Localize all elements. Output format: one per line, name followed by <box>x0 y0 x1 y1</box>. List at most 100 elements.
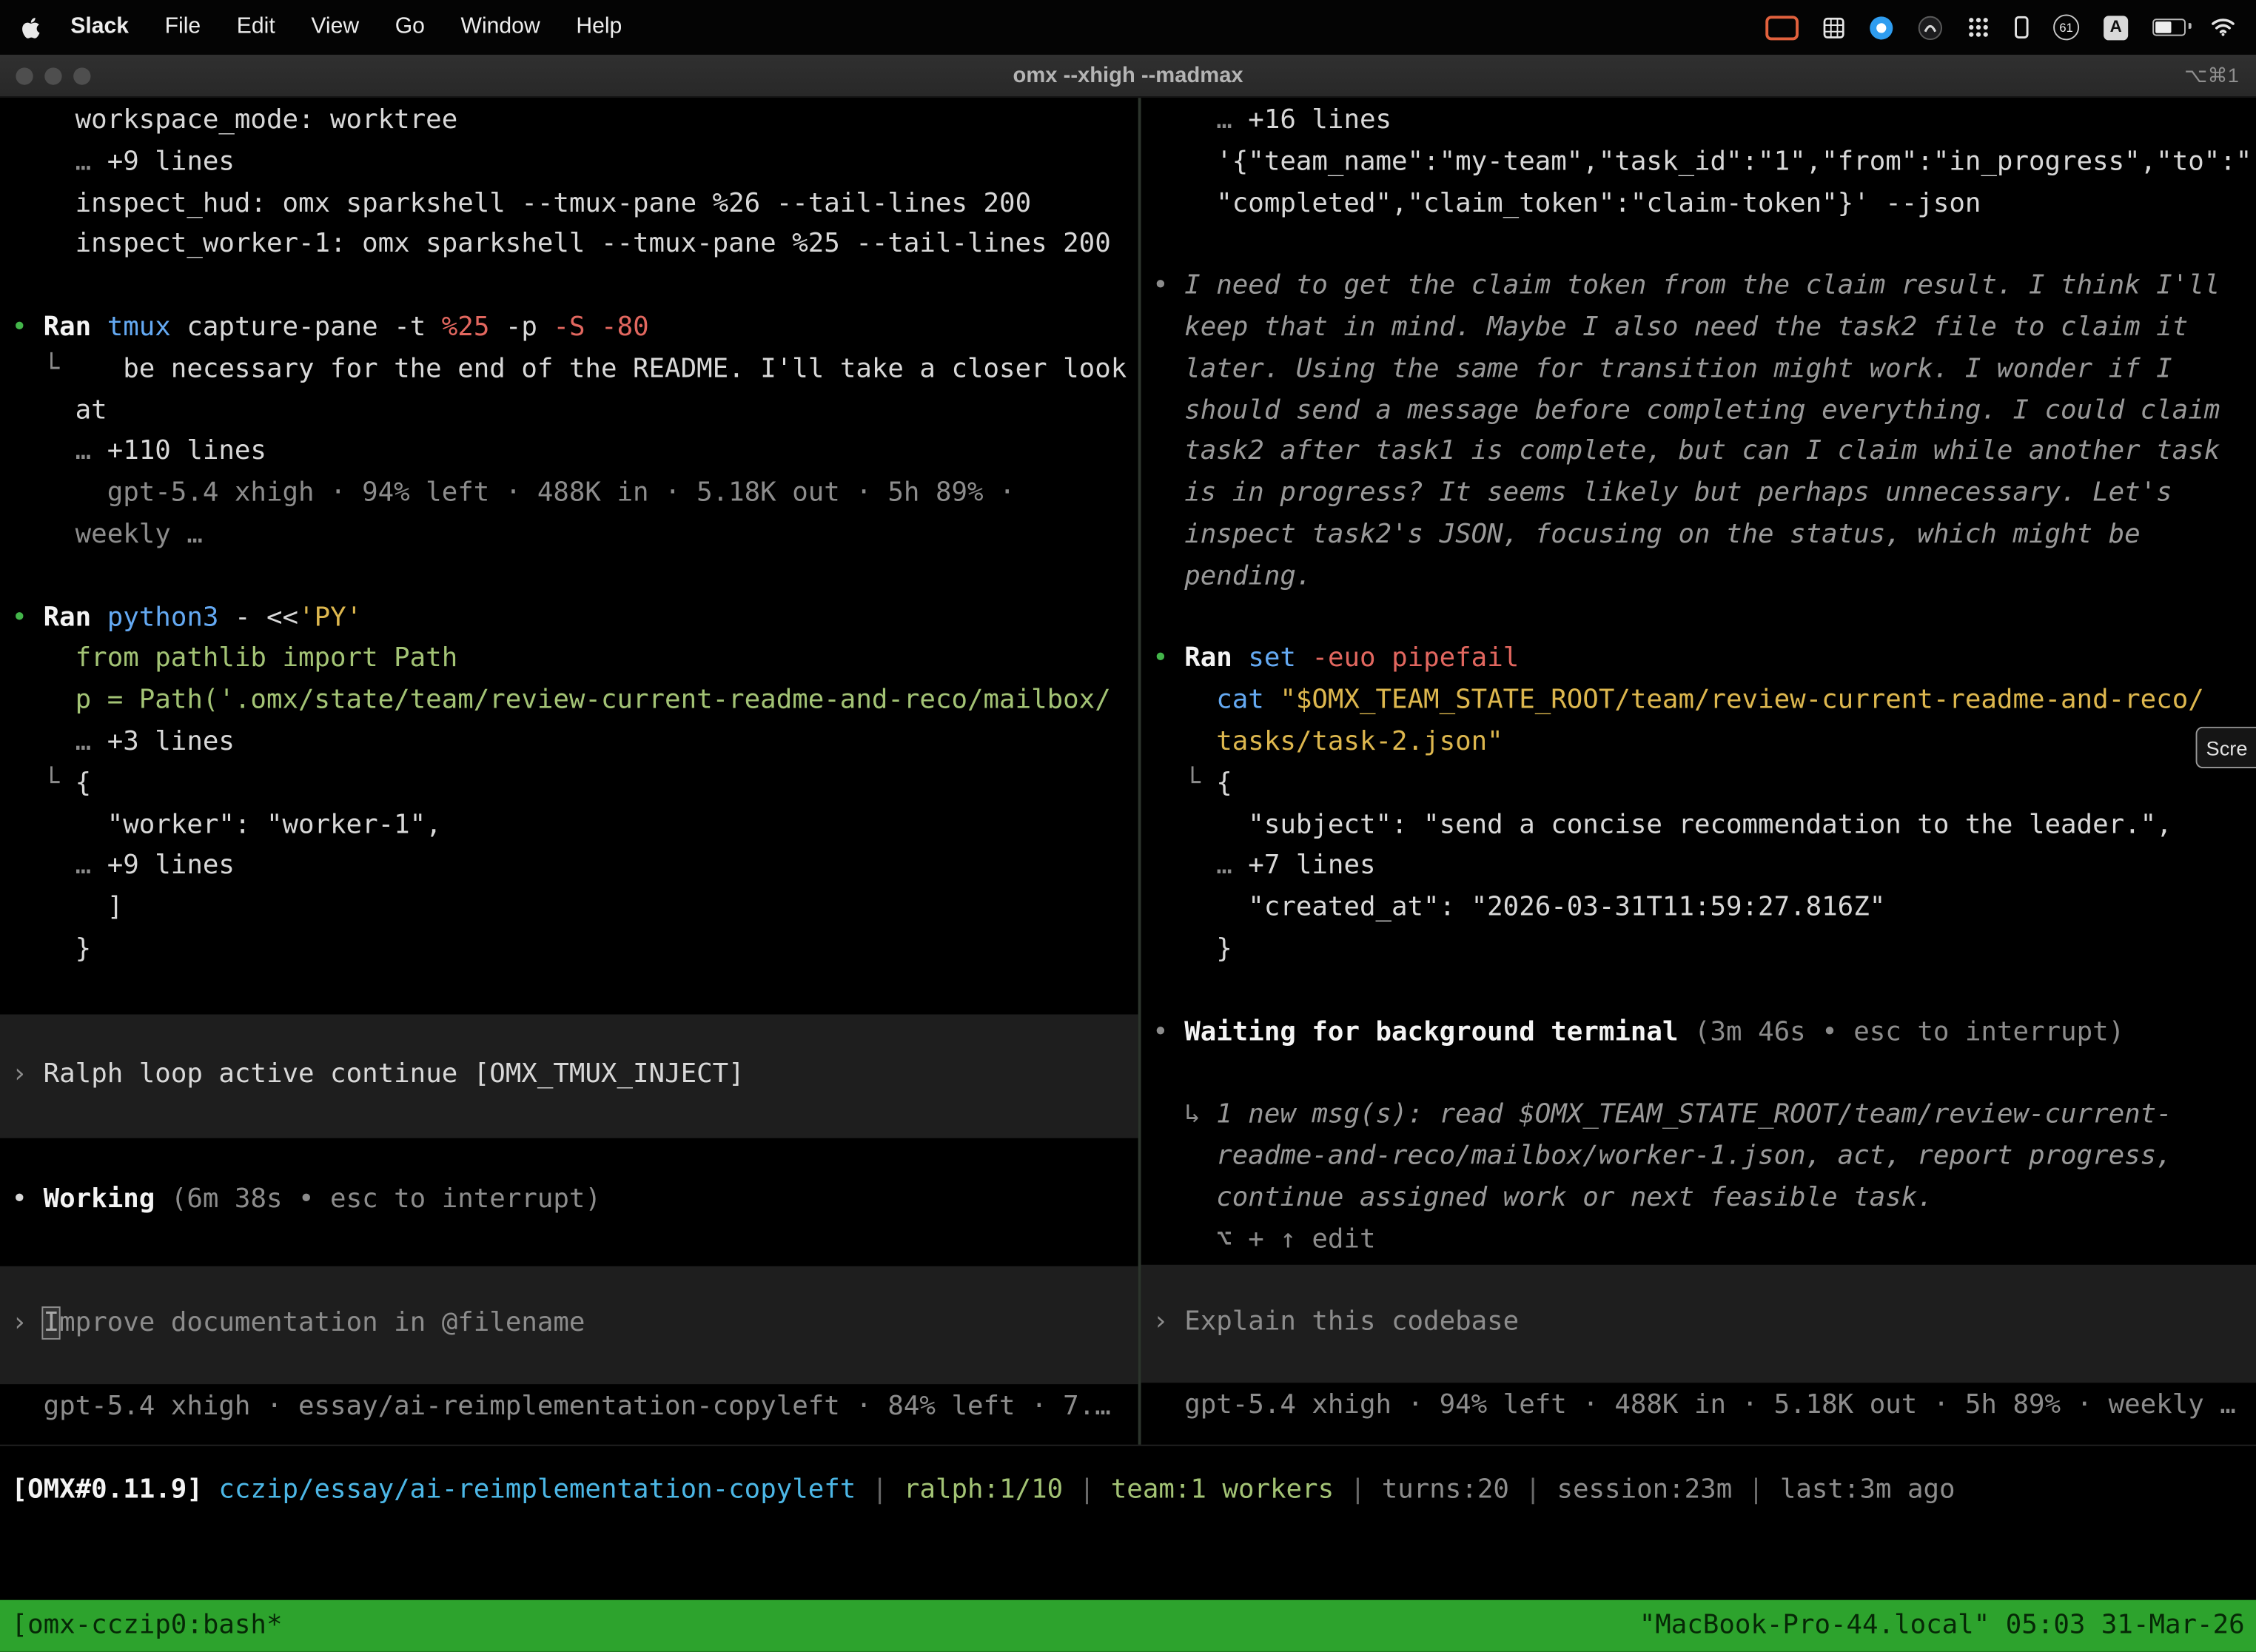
text-segment: gpt-5.4 xhigh · 94% left · 488K in · 5.1… <box>12 478 1015 508</box>
battery-icon[interactable] <box>2152 19 2186 36</box>
text-segment: Ran <box>44 312 107 343</box>
text-segment: gpt-5.4 xhigh · essay/ai-reimplementatio… <box>12 1391 1111 1421</box>
terminal-line: inspect task2's JSON, focusing on the st… <box>1152 515 2256 557</box>
text-segment: cat <box>1152 685 1280 716</box>
text-segment: • <box>12 1183 44 1214</box>
apple-menu-icon[interactable] <box>20 16 41 38</box>
text-segment: team:1 workers <box>1111 1475 1334 1505</box>
zoom-button[interactable] <box>73 67 90 84</box>
text-segment: capture-pane -t <box>171 312 442 343</box>
terminal-line: gpt-5.4 xhigh · essay/ai-reimplementatio… <box>12 1386 1138 1428</box>
browser-app-icon[interactable] <box>1918 15 1942 39</box>
window-grid-icon[interactable] <box>1823 16 1844 38</box>
text-segment: set <box>1248 644 1312 674</box>
terminal-line: workspace_mode: worktree <box>12 101 1138 142</box>
prompt-suggestion-explain-codebase[interactable]: › Explain this codebase <box>1141 1265 2256 1383</box>
text-segment: +9 lines <box>107 851 235 882</box>
window-titlebar[interactable]: omx --xhigh --madmax ⌥⌘1 <box>0 55 2256 98</box>
terminal-line: › Explain this codebase <box>1152 1303 2256 1344</box>
text-segment: › Explain this codebase <box>1152 1307 1519 1337</box>
terminal-line <box>1152 971 2256 1013</box>
text-segment: inspect_hud: omx sparkshell --tmux-pane … <box>12 188 1032 218</box>
minimize-button[interactable] <box>44 67 61 84</box>
screen-recording-icon[interactable] <box>1765 15 1799 39</box>
terminal-line: p = Path('.omx/state/team/review-current… <box>12 681 1138 722</box>
text-segment: 'PY' <box>298 602 362 633</box>
text-segment: | <box>856 1475 904 1505</box>
text-segment: python3 <box>107 602 219 633</box>
terminal-line: } <box>12 930 1138 971</box>
text-segment: • <box>1152 1016 1184 1047</box>
terminal-line: • Working (6m 38s • esc to interrupt) <box>12 1180 1138 1221</box>
window-shortcut-hint: ⌥⌘1 <box>2184 64 2256 88</box>
tmux-panes: workspace_mode: worktree … +9 lines insp… <box>0 98 2256 1446</box>
battery-percent-indicator-icon[interactable]: 61 <box>2053 14 2079 40</box>
menu-item-go[interactable]: Go <box>395 14 425 40</box>
text-segment: … <box>1152 105 1248 135</box>
input-source-icon[interactable]: A <box>2104 15 2128 39</box>
text-segment: -euo pipefail <box>1312 644 1519 674</box>
text-segment: "subject": "send a concise recommendatio… <box>1152 810 2172 840</box>
prompt-suggestion-improve-docs[interactable]: › Improve documentation in @filename <box>0 1266 1138 1383</box>
omx-status-line: [OMX#0.11.9] cczip/essay/ai-reimplementa… <box>0 1471 2256 1512</box>
text-segment: I <box>44 1307 60 1337</box>
text-segment: ⌥ + ↑ edit <box>1152 1223 1375 1254</box>
terminal-line: "worker": "worker-1", <box>12 805 1138 847</box>
text-segment: Ran <box>1184 644 1248 674</box>
terminal-pane-left[interactable]: workspace_mode: worktree … +9 lines insp… <box>0 98 1138 1445</box>
terminal-line: cat "$OMX_TEAM_STATE_ROOT/team/review-cu… <box>1152 681 2256 722</box>
terminal-line: [OMX#0.11.9] cczip/essay/ai-reimplementa… <box>12 1471 2256 1512</box>
ralph-loop-banner[interactable]: › Ralph loop active continue [OMX_TMUX_I… <box>0 1014 1138 1138</box>
terminal-line: inspect_hud: omx sparkshell --tmux-pane … <box>12 184 1138 225</box>
text-segment: • <box>1152 271 1184 301</box>
text-segment: inspect task2's JSON, focusing on the st… <box>1152 520 2141 550</box>
terminal-line: • Ran python3 - <<'PY' <box>12 598 1138 639</box>
text-segment: "worker": "worker-1", <box>12 810 442 840</box>
chat-app-icon[interactable] <box>1869 15 1893 39</box>
spacer <box>12 1221 13 1266</box>
menu-item-slack[interactable]: Slack <box>70 14 129 40</box>
text-segment: Waiting for background terminal <box>1184 1016 1694 1047</box>
terminal-line: ] <box>12 888 1138 930</box>
menu-item-window[interactable]: Window <box>461 14 540 40</box>
terminal: workspace_mode: worktree … +9 lines insp… <box>0 98 2256 1652</box>
terminal-line: … +16 lines <box>1152 101 2256 142</box>
text-segment: at <box>12 395 107 426</box>
text-segment: └ <box>12 768 75 799</box>
text-segment: … <box>1152 851 1248 882</box>
terminal-line: "subject": "send a concise recommendatio… <box>1152 805 2256 847</box>
menu-item-view[interactable]: View <box>311 14 359 40</box>
text-segment: └ <box>12 354 60 384</box>
terminal-line: › Improve documentation in @filename <box>12 1303 1138 1344</box>
text-segment: session:23m <box>1557 1475 1732 1505</box>
device-icon[interactable] <box>2015 16 2029 38</box>
text-segment: "$OMX_TEAM_STATE_ROOT/team/review-curren… <box>1280 685 2203 716</box>
text-segment: turns:20 <box>1382 1475 1509 1505</box>
menu-item-edit[interactable]: Edit <box>237 14 275 40</box>
text-segment: Ran <box>44 602 107 633</box>
text-segment: | <box>1063 1475 1111 1505</box>
text-segment: p = Path('.omx/state/team/review-current… <box>12 685 1111 716</box>
terminal-line: tasks/task-2.json" <box>1152 722 2256 764</box>
terminal-line: … +110 lines <box>12 432 1138 474</box>
wifi-icon[interactable] <box>2210 17 2236 37</box>
terminal-line: keep that in mind. Maybe I also need the… <box>1152 308 2256 349</box>
menu-item-help[interactable]: Help <box>576 14 622 40</box>
terminal-line <box>12 557 1138 598</box>
terminal-line: should send a message before completing … <box>1152 391 2256 432</box>
terminal-pane-right[interactable]: … +16 lines '{"team_name":"my-team","tas… <box>1141 98 2256 1445</box>
menu-status-icons: 61 A <box>1765 14 2236 40</box>
terminal-line: '{"team_name":"my-team","task_id":"1","f… <box>1152 142 2256 184</box>
text-segment: … <box>12 437 107 467</box>
text-segment: 1 new msg(s): read $OMX_TEAM_STATE_ROOT/… <box>1216 1099 2172 1129</box>
terminal-line: readme-and-reco/mailbox/worker-1.json, a… <box>1152 1137 2256 1178</box>
text-segment: (3m 46s • esc to interrupt) <box>1694 1016 2124 1047</box>
app-grid-icon[interactable] <box>1967 16 1990 38</box>
text-segment: pending. <box>1152 561 1312 591</box>
menu-item-file[interactable]: File <box>165 14 201 40</box>
text-segment: should send a message before completing … <box>1152 395 2220 426</box>
close-button[interactable] <box>16 67 33 84</box>
screen-share-tooltip: Scre <box>2196 727 2256 768</box>
terminal-line: › Ralph loop active continue [OMX_TMUX_I… <box>12 1054 1138 1095</box>
tmux-session-label: [omx-cczip0:bash* <box>12 1605 283 1647</box>
